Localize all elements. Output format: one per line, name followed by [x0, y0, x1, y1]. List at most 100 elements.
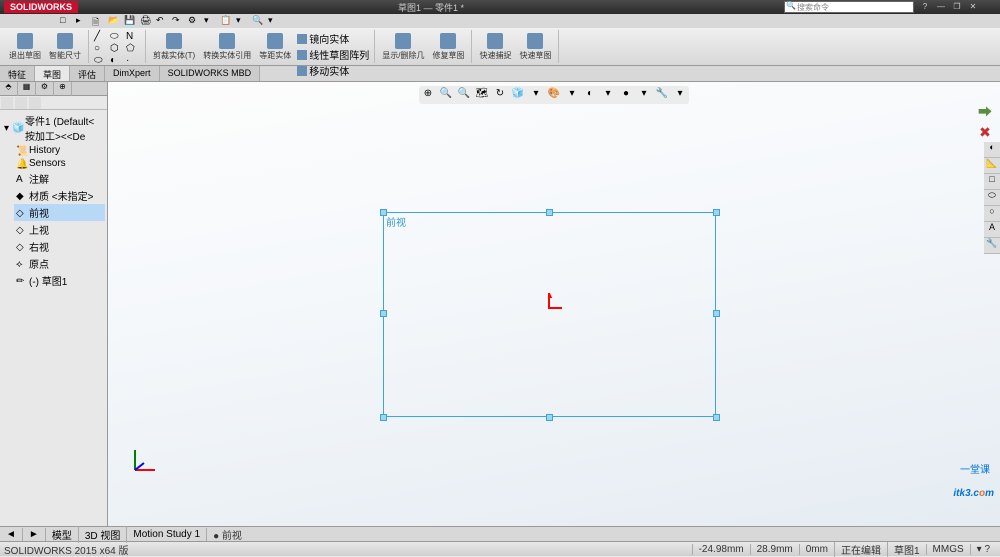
nav-next-button[interactable]: ► [23, 528, 46, 541]
resize-handle[interactable] [713, 209, 720, 216]
qat-button-0[interactable]: □ [60, 15, 72, 27]
qat-button-9[interactable]: ▾ [204, 15, 216, 27]
panel-tool-3[interactable] [29, 97, 41, 109]
resize-handle[interactable] [713, 414, 720, 421]
minimize-button[interactable]: — [934, 2, 948, 12]
tree-item[interactable]: 🔔Sensors [14, 157, 105, 170]
view-tool-5[interactable]: 🧊 [511, 88, 525, 102]
ribbon-button[interactable]: 剪裁实体(T) [150, 30, 198, 63]
taskpane-button-1[interactable]: 📐 [984, 158, 1000, 174]
qat-button-3[interactable]: 📂 [108, 15, 120, 27]
view-tool-13[interactable]: 🔧 [655, 88, 669, 102]
confirm-ok-icon[interactable]: ⮕ [976, 102, 994, 120]
bottom-tab-model[interactable]: 模型 [46, 526, 79, 543]
sketch-tool-icon[interactable]: ⬡ [110, 43, 124, 54]
ribbon-button[interactable]: 快速捕捉 [476, 30, 514, 63]
view-tool-11[interactable]: ● [619, 88, 633, 102]
panel-tab-dim[interactable]: ⊕ [54, 82, 72, 96]
qat-button-5[interactable]: 🖨 [140, 15, 152, 27]
view-tool-7[interactable]: 🎨 [547, 88, 561, 102]
bottom-tab-3dview[interactable]: 3D 视图 [79, 526, 128, 543]
tab-DimXpert[interactable]: DimXpert [105, 66, 160, 81]
tree-item[interactable]: ◇右视 [14, 238, 105, 255]
search-input[interactable]: 搜索命令 [784, 1, 914, 13]
nav-prev-button[interactable]: ◄ [0, 528, 23, 541]
tab-草图[interactable]: 草图 [35, 66, 70, 81]
close-button[interactable]: ✕ [966, 2, 980, 12]
tree-root[interactable]: ▾🧊零件1 (Default<按加工><<De [2, 112, 105, 144]
resize-handle[interactable] [546, 209, 553, 216]
taskpane-button-0[interactable]: ◐ [984, 142, 1000, 158]
help-button[interactable]: ? [918, 2, 932, 12]
tree-item[interactable]: A注解 [14, 170, 105, 187]
view-tool-3[interactable]: 🗺 [475, 88, 489, 102]
ribbon-button[interactable]: 快速草图 [516, 30, 554, 63]
view-tool-6[interactable]: ▾ [529, 88, 543, 102]
resize-handle[interactable] [380, 209, 387, 216]
tree-item[interactable]: ✏(-) 草图1 [14, 272, 105, 289]
qat-button-6[interactable]: ↶ [156, 15, 168, 27]
view-tool-4[interactable]: ↻ [493, 88, 507, 102]
bottom-tab-motion[interactable]: Motion Study 1 [127, 528, 207, 541]
ribbon-small-button[interactable]: 移动实体 [297, 63, 369, 78]
ribbon-button[interactable]: 修复草图 [429, 30, 467, 63]
view-tool-8[interactable]: ▾ [565, 88, 579, 102]
taskpane-button-2[interactable]: □ [984, 174, 1000, 190]
tab-特征[interactable]: 特征 [0, 66, 35, 81]
tree-item[interactable]: 📜History [14, 144, 105, 157]
graphics-area[interactable]: ⊕🔍🔍🗺↻🧊▾🎨▾◐▾●▾🔧▾ 前视 ▲ ⮕ ✖ ◐📐□⬭○A� [108, 82, 1000, 526]
view-tool-2[interactable]: 🔍 [457, 88, 471, 102]
ribbon-button[interactable]: 显示/删除几 [379, 30, 427, 63]
view-tool-0[interactable]: ⊕ [421, 88, 435, 102]
ribbon-button[interactable]: 退出草图 [6, 30, 44, 63]
tab-评估[interactable]: 评估 [70, 66, 105, 81]
sketch-tool-icon[interactable]: ⬭ [94, 55, 108, 66]
tree-item[interactable]: ⟡原点 [14, 255, 105, 272]
resize-handle[interactable] [713, 310, 720, 317]
panel-tab-property[interactable]: ▦ [18, 82, 36, 96]
restore-button[interactable]: ❐ [950, 2, 964, 12]
qat-button-13[interactable]: ▾ [268, 15, 280, 27]
resize-handle[interactable] [546, 414, 553, 421]
sketch-plane-boundary[interactable] [383, 212, 716, 417]
panel-tool-1[interactable] [1, 97, 13, 109]
taskpane-button-6[interactable]: 🔧 [984, 238, 1000, 254]
qat-button-10[interactable]: 📋 [220, 15, 232, 27]
ribbon-small-button[interactable]: 镜向实体 [297, 31, 369, 46]
view-tool-9[interactable]: ◐ [583, 88, 597, 102]
status-units[interactable]: MMGS [926, 544, 970, 555]
sketch-tool-icon[interactable]: ╱ [94, 31, 108, 42]
sketch-tool-icon[interactable]: ◐ [110, 55, 124, 66]
view-tool-14[interactable]: ▾ [673, 88, 687, 102]
qat-button-11[interactable]: ▾ [236, 15, 248, 27]
qat-button-12[interactable]: 🔍 [252, 15, 264, 27]
sketch-tool-icon[interactable]: ○ [94, 43, 108, 54]
status-extra[interactable]: ▾ ? [970, 544, 996, 555]
resize-handle[interactable] [380, 414, 387, 421]
qat-button-4[interactable]: 💾 [124, 15, 136, 27]
ribbon-button[interactable]: 智能尺寸 [46, 30, 84, 63]
resize-handle[interactable] [380, 310, 387, 317]
sketch-tool-icon[interactable]: · [126, 55, 140, 66]
sketch-tool-icon[interactable]: ⬭ [110, 31, 124, 42]
taskpane-button-4[interactable]: ○ [984, 206, 1000, 222]
view-tool-10[interactable]: ▾ [601, 88, 615, 102]
view-tool-12[interactable]: ▾ [637, 88, 651, 102]
confirm-cancel-icon[interactable]: ✖ [976, 124, 994, 142]
sketch-tool-icon[interactable]: N [126, 31, 140, 42]
sketch-tool-icon[interactable]: ⬠ [126, 43, 140, 54]
view-tool-1[interactable]: 🔍 [439, 88, 453, 102]
qat-button-2[interactable]: 🗎 [92, 15, 104, 27]
tree-item[interactable]: ◇前视 [14, 204, 105, 221]
panel-tool-2[interactable] [15, 97, 27, 109]
qat-button-8[interactable]: ⚙ [188, 15, 200, 27]
panel-tab-feature[interactable]: ⬘ [0, 82, 18, 96]
ribbon-button[interactable]: 转换实体引用 [200, 30, 254, 63]
ribbon-button[interactable]: 等距实体 [256, 30, 294, 63]
tree-item[interactable]: ◇上视 [14, 221, 105, 238]
taskpane-button-3[interactable]: ⬭ [984, 190, 1000, 206]
qat-button-1[interactable]: ▸ [76, 15, 88, 27]
tree-item[interactable]: ◆材质 <未指定> [14, 187, 105, 204]
ribbon-small-button[interactable]: 线性草图阵列 [297, 47, 369, 62]
taskpane-button-5[interactable]: A [984, 222, 1000, 238]
